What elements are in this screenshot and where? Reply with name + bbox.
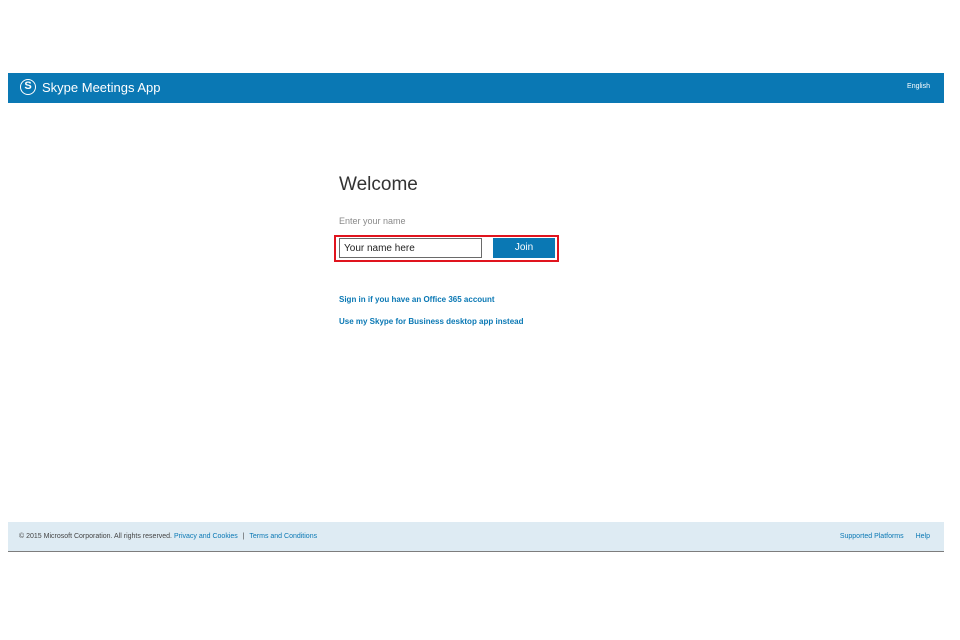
- app-title: Skype Meetings App: [42, 80, 161, 95]
- name-field-label: Enter your name: [339, 216, 406, 226]
- office365-signin-link[interactable]: Sign in if you have an Office 365 accoun…: [339, 295, 495, 304]
- footer-left: © 2015 Microsoft Corporation. All rights…: [19, 533, 317, 540]
- desktop-app-link[interactable]: Use my Skype for Business desktop app in…: [339, 317, 524, 326]
- footer: © 2015 Microsoft Corporation. All rights…: [8, 522, 944, 552]
- top-bar: S Skype Meetings App English: [8, 73, 944, 103]
- skype-logo-icon: S: [20, 79, 36, 95]
- privacy-cookies-link[interactable]: Privacy and Cookies: [174, 533, 238, 540]
- terms-conditions-link[interactable]: Terms and Conditions: [249, 533, 317, 540]
- footer-separator: |: [242, 533, 245, 540]
- skype-logo-glyph: S: [24, 80, 32, 92]
- help-link[interactable]: Help: [916, 533, 930, 540]
- copyright-text: © 2015 Microsoft Corporation. All rights…: [19, 533, 173, 540]
- page-title: Welcome: [339, 174, 418, 195]
- supported-platforms-link[interactable]: Supported Platforms: [840, 533, 904, 540]
- name-input[interactable]: [339, 238, 482, 258]
- footer-right: Supported Platforms Help: [830, 533, 930, 540]
- language-selector[interactable]: English: [907, 83, 930, 90]
- join-button[interactable]: Join: [493, 238, 555, 258]
